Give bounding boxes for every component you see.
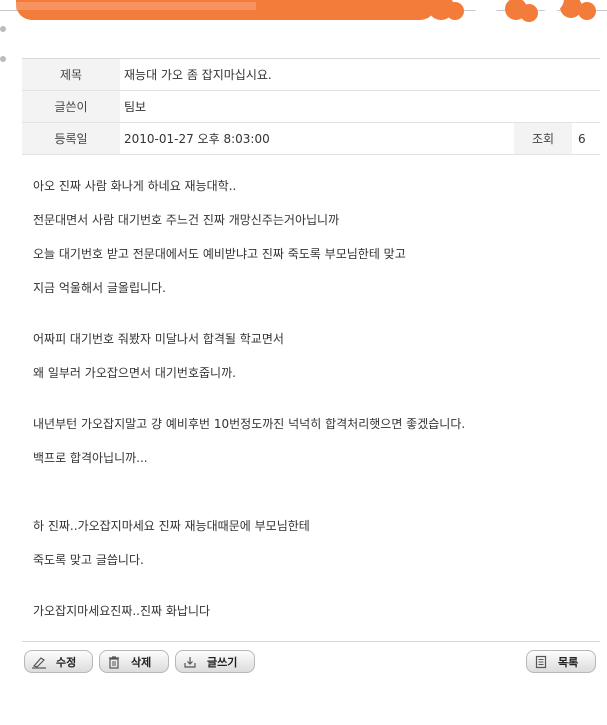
- body-line: 어짜피 대기번호 줘봤자 미달나서 합격될 학교면서: [33, 332, 284, 346]
- date-row: 등록일 2010-01-27 오후 8:03:00 조회 6: [22, 123, 600, 155]
- list-button-label: 목록: [558, 655, 579, 669]
- side-decoration: [0, 26, 8, 66]
- post-body: 아오 진짜 사람 화나게 하네요 재능대학.. 전문대면서 사람 대기번호 주느…: [33, 178, 593, 620]
- document-list-icon: [532, 654, 550, 670]
- edit-button-label: 수정: [56, 655, 77, 669]
- top-banner: [0, 0, 607, 34]
- body-line: 내년부턴 가오잡지말고 걍 예비후번 10번정도까진 넉넉히 합격처리햇으면 좋…: [33, 417, 466, 431]
- body-line: 가오잡지마세요진짜..진짜 화납니다: [33, 604, 211, 618]
- body-line: 백프로 합격아닙니까...: [33, 451, 148, 465]
- trash-icon: [105, 654, 123, 670]
- bottom-divider: [22, 641, 600, 642]
- author-row: 글쓴이 팀보: [22, 91, 600, 123]
- post-title: 재능대 가오 좀 잡지마십시요.: [124, 68, 272, 82]
- cloud-decoration: [446, 2, 464, 20]
- view-count: 6: [578, 131, 586, 146]
- post-info-table: 제목 재능대 가오 좀 잡지마십시요. 글쓴이 팀보 등록일 2010-01-2…: [22, 58, 600, 155]
- body-line: 전문대면서 사람 대기번호 주느건 진짜 개망신주는거아닙니까: [33, 213, 340, 227]
- title-row: 제목 재능대 가오 좀 잡지마십시요.: [22, 59, 600, 91]
- list-button[interactable]: 목록: [526, 650, 596, 673]
- download-tray-icon: [181, 654, 199, 670]
- post-author: 팀보: [124, 100, 147, 114]
- title-label: 제목: [22, 59, 120, 90]
- body-line: 하 진짜..가오잡지마세요 진짜 재능대때문에 부모님한테: [33, 519, 310, 533]
- views-label: 조회: [514, 123, 572, 154]
- date-label: 등록일: [22, 123, 120, 154]
- write-button[interactable]: 글쓰기: [175, 650, 255, 673]
- body-line: 오늘 대기번호 받고 전문대에서도 예비받냐고 진짜 죽도록 부모님한테 맞고: [33, 247, 406, 261]
- banner-faint-strip: [16, 2, 256, 10]
- cloud-decoration: [578, 2, 596, 20]
- body-line: 왜 일부러 가오잡으면서 대기번호줍니까.: [33, 366, 236, 380]
- body-line: 아오 진짜 사람 화나게 하네요 재능대학..: [33, 179, 237, 193]
- body-line: 지금 억울해서 글올립니다.: [33, 281, 166, 295]
- delete-button[interactable]: 삭제: [99, 650, 169, 673]
- pencil-icon: [30, 654, 48, 670]
- post-date: 2010-01-27 오후 8:03:00: [124, 132, 270, 146]
- write-button-label: 글쓰기: [207, 655, 238, 669]
- delete-button-label: 삭제: [131, 655, 152, 669]
- body-line: 죽도록 맞고 글씁니다.: [33, 553, 144, 567]
- cloud-gap: [470, 0, 502, 14]
- author-label: 글쓴이: [22, 91, 120, 122]
- cloud-decoration: [520, 4, 538, 22]
- edit-button[interactable]: 수정: [24, 650, 93, 673]
